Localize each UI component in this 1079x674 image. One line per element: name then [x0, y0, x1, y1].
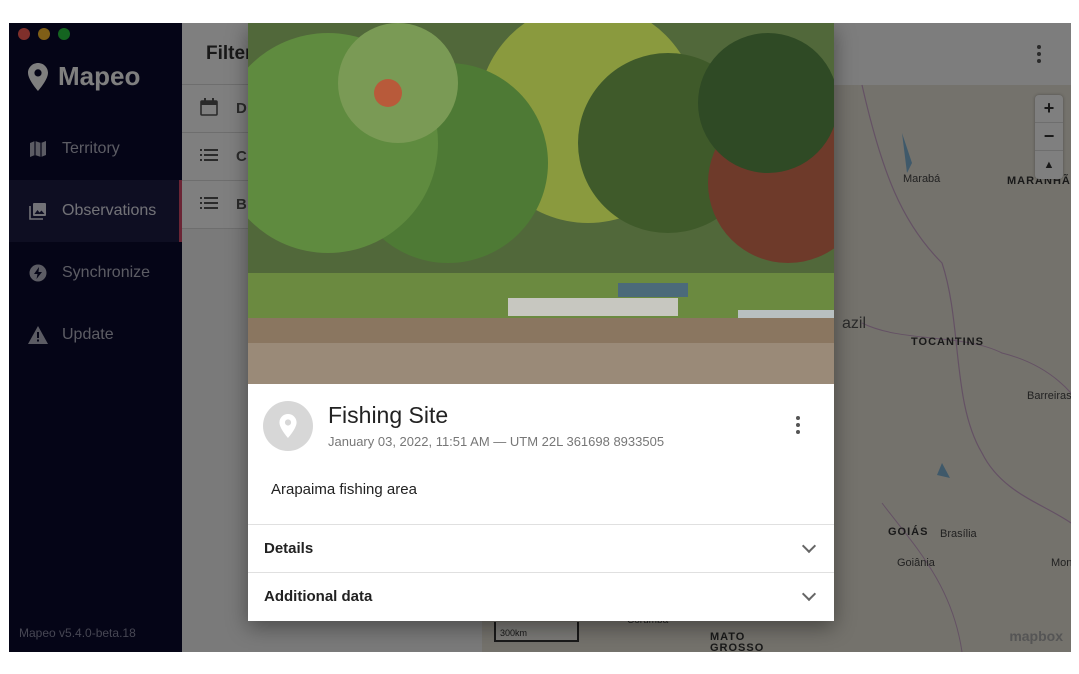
observation-header: Fishing Site January 03, 2022, 11:51 AM …	[248, 384, 834, 464]
observation-photo[interactable]	[248, 23, 834, 384]
details-section-toggle[interactable]: Details	[248, 524, 834, 572]
chevron-down-icon	[801, 586, 817, 602]
observation-dialog: Fishing Site January 03, 2022, 11:51 AM …	[248, 23, 834, 621]
more-options-icon[interactable]	[796, 416, 800, 434]
avatar	[263, 401, 313, 451]
section-label: Additional data	[264, 588, 373, 605]
chevron-down-icon	[801, 538, 817, 554]
location-pin-icon	[279, 414, 297, 438]
app-window: Mapeo Territory Observations Synchronize…	[9, 23, 1071, 652]
observation-title: Fishing Site	[328, 402, 449, 428]
section-label: Details	[264, 540, 314, 557]
additional-data-section-toggle[interactable]: Additional data	[248, 572, 834, 620]
observation-meta: January 03, 2022, 11:51 AM — UTM 22L 361…	[328, 434, 665, 449]
observation-description: Arapaima fishing area	[271, 481, 417, 498]
